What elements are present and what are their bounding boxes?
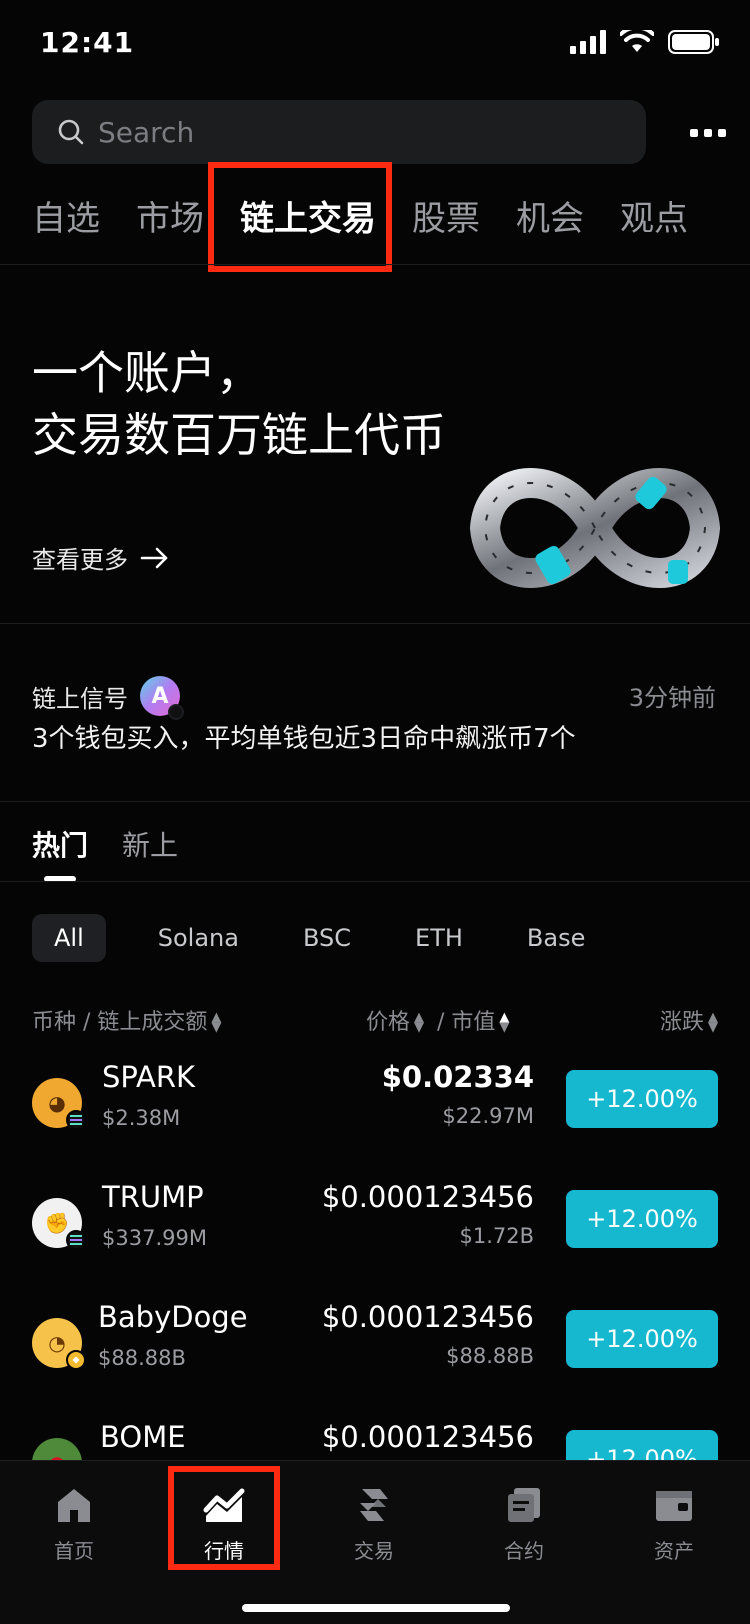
nav-home[interactable]: 首页 (24, 1483, 124, 1564)
infinity-illustration (470, 468, 720, 588)
chain-filter-eth[interactable]: ETH (393, 914, 485, 962)
header-name-volume: 币种 / 链上成交额 (32, 1010, 208, 1035)
wallet-icon (652, 1483, 696, 1527)
sort-name-volume[interactable]: 币种 / 链上成交额 ▲ ▼ (32, 1004, 221, 1036)
search-row (32, 100, 726, 164)
tab-views[interactable]: 观点 (620, 191, 688, 240)
signal-time: 3分钟前 (628, 684, 716, 712)
tab-hot[interactable]: 热门 (32, 824, 88, 864)
token-price: $0.02334 (381, 1060, 534, 1094)
header-change: 涨跌 (659, 1010, 704, 1035)
divider (0, 881, 750, 882)
token-change-badge[interactable]: +12.00% (566, 1070, 718, 1128)
nav-highlight-box (168, 1466, 280, 1570)
exchange-icon (352, 1483, 396, 1527)
home-indicator[interactable] (242, 1604, 510, 1612)
chain-filter-all[interactable]: All (32, 914, 106, 962)
tab-highlight-box (208, 162, 392, 272)
search-input[interactable] (98, 115, 578, 149)
status-time: 12:41 (40, 26, 135, 59)
divider (0, 264, 750, 265)
signal-avatar-icon: A (140, 676, 184, 720)
chain-filter-bsc[interactable]: BSC (281, 914, 373, 962)
token-name: SPARK (102, 1060, 196, 1094)
token-change-badge[interactable]: +12.00% (566, 1310, 718, 1368)
tab-market[interactable]: 市场 (136, 191, 204, 240)
search-box[interactable] (32, 100, 646, 164)
token-avatar: ✊ (32, 1198, 86, 1250)
signal-label-text: 链上信号 (32, 684, 128, 713)
nav-trade-label: 交易 (354, 1539, 394, 1563)
token-price: $0.000123456 (321, 1180, 534, 1214)
status-bar: 12:41 (0, 0, 750, 90)
sort-icon: ▲ ▼ (211, 1010, 222, 1035)
token-name: BOME (100, 1420, 186, 1454)
sort-icon: ▲ ▼ (414, 1010, 425, 1035)
token-change-badge[interactable]: +12.00% (566, 1190, 718, 1248)
signal-text[interactable]: 3个钱包买入，平均单钱包近3日命中飙涨币7个 (32, 718, 576, 755)
token-avatar: ◔ (32, 1318, 86, 1370)
status-icons (570, 30, 720, 54)
token-price: $0.000123456 (321, 1300, 534, 1334)
token-row[interactable]: ✊ TRUMP $337.99M $0.000123456 $1.72B +12… (32, 1168, 718, 1278)
sub-tabs: 热门 新上 (32, 824, 178, 864)
token-name: BabyDoge (98, 1300, 248, 1334)
banner-title: 一个账户， 交易数百万链上代币 (32, 346, 446, 462)
sort-icon: ▲ ▼ (708, 1010, 718, 1035)
more-dot-icon (704, 129, 712, 137)
banner-more-link[interactable]: 查看更多 (32, 540, 170, 575)
chain-filter-solana[interactable]: Solana (136, 914, 261, 962)
bnb-mini-icon (66, 1350, 86, 1370)
token-price: $0.000123456 (321, 1420, 534, 1454)
search-icon (58, 119, 84, 145)
signal-icon (570, 30, 606, 54)
divider (0, 801, 750, 802)
sort-price-mcap[interactable]: 价格 ▲ ▼ / 市值 ▲ ▼ (366, 1004, 509, 1036)
nav-futures[interactable]: 合约 (474, 1483, 574, 1564)
home-icon (52, 1483, 96, 1527)
header-mcap: / 市值 (437, 1010, 496, 1035)
contract-icon (502, 1483, 546, 1527)
divider (0, 623, 750, 624)
tab-new-listings[interactable]: 新上 (122, 824, 178, 864)
sort-icon: ▲ ▼ (499, 1010, 510, 1035)
nav-futures-label: 合约 (504, 1539, 544, 1563)
banner-more-label: 查看更多 (32, 546, 128, 574)
more-dot-icon (690, 129, 698, 137)
header-price: 价格 (366, 1010, 411, 1035)
token-volume: $337.99M (102, 1226, 207, 1250)
solana-mini-icon (66, 1230, 86, 1250)
token-volume: $88.88B (98, 1346, 186, 1370)
sort-change[interactable]: 涨跌 ▲ ▼ (660, 1004, 718, 1036)
token-mcap: $1.72B (459, 1224, 534, 1248)
token-mcap: $88.88B (446, 1344, 534, 1368)
chain-filter-base[interactable]: Base (505, 914, 607, 962)
battery-icon (668, 30, 719, 54)
chain-filters: All Solana BSC ETH Base (32, 914, 623, 962)
token-volume: $2.38M (102, 1106, 181, 1130)
tab-stocks[interactable]: 股票 (412, 191, 480, 240)
nav-assets[interactable]: 资产 (624, 1483, 724, 1564)
more-dot-icon (718, 129, 726, 137)
nav-trade[interactable]: 交易 (324, 1483, 424, 1564)
token-avatar: ◕ (32, 1078, 86, 1130)
nav-home-label: 首页 (54, 1539, 94, 1563)
wifi-icon (620, 30, 654, 52)
bottom-nav: 首页 行情 交易 合约 资产 (0, 1460, 750, 1624)
token-mcap: $22.97M (442, 1104, 534, 1128)
arrow-right-icon (140, 547, 168, 568)
tab-opportunities[interactable]: 机会 (516, 191, 584, 240)
more-menu-button[interactable] (688, 118, 728, 148)
nav-assets-label: 资产 (654, 1539, 694, 1563)
token-row[interactable]: ◔ BabyDoge $88.88B $0.000123456 $88.88B … (32, 1288, 718, 1398)
signal-label[interactable]: 链上信号 A (32, 676, 184, 720)
token-name: TRUMP (102, 1180, 204, 1214)
token-row[interactable]: ◕ SPARK $2.38M $0.02334 $22.97M +12.00% (32, 1048, 718, 1158)
column-headers: 币种 / 链上成交额 ▲ ▼ 价格 ▲ ▼ / 市值 ▲ ▼ 涨跌 ▲ ▼ (32, 1004, 718, 1038)
solana-mini-icon (66, 1110, 86, 1130)
tab-watchlist[interactable]: 自选 (32, 191, 100, 240)
